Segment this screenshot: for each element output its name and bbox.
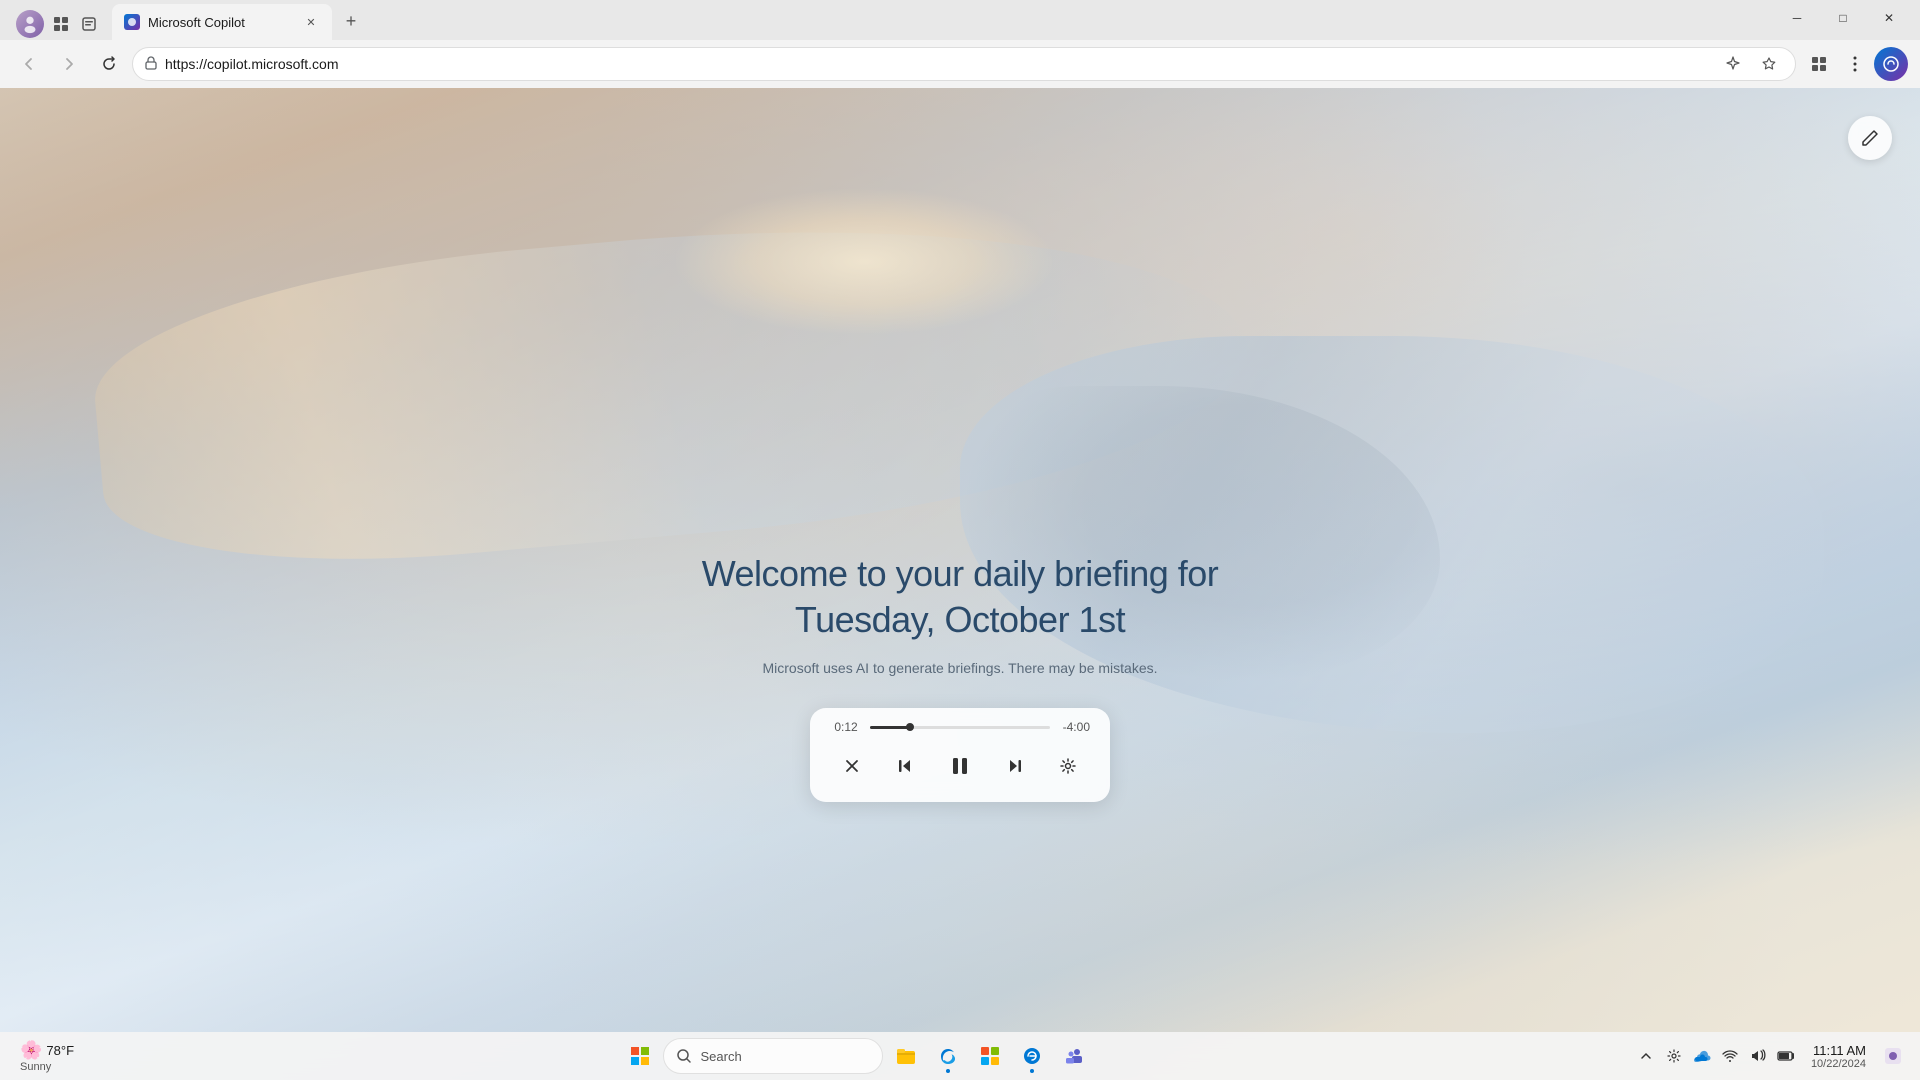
tab-favicon	[124, 14, 140, 30]
window-controls: ─ □ ✕	[1774, 0, 1912, 36]
center-content: Welcome to your daily briefing forTuesda…	[610, 551, 1310, 803]
weather-row: 🌸 78°F	[20, 1040, 74, 1061]
taskbar-search[interactable]: Search	[663, 1038, 883, 1074]
toolbar-actions	[1802, 47, 1908, 81]
enhance-icon[interactable]	[1719, 50, 1747, 78]
store-button[interactable]	[971, 1037, 1009, 1075]
edge-button[interactable]	[929, 1037, 967, 1075]
browser-chrome: Microsoft Copilot ✕ + ─ □ ✕ https://copi…	[0, 0, 1920, 88]
tab-inactive-zone	[8, 8, 108, 40]
tab-close-button[interactable]: ✕	[302, 13, 320, 31]
edge-active-button[interactable]	[1013, 1037, 1051, 1075]
tab-title: Microsoft Copilot	[148, 15, 294, 30]
taskbar: 🌸 78°F Sunny Search	[0, 1032, 1920, 1080]
active-tab[interactable]: Microsoft Copilot ✕	[112, 4, 332, 40]
edit-button[interactable]	[1848, 116, 1892, 160]
weather-condition: Sunny	[20, 1061, 51, 1073]
progress-track[interactable]	[870, 726, 1050, 729]
system-tray	[1633, 1043, 1799, 1069]
tab-switcher-icon[interactable]	[78, 13, 100, 35]
progress-dot	[906, 723, 914, 731]
ai-disclaimer: Microsoft uses AI to generate briefings.…	[610, 660, 1310, 676]
player-close-button[interactable]	[834, 748, 870, 784]
total-time: -4:00	[1058, 720, 1090, 734]
weather-temp: 78°F	[46, 1043, 74, 1058]
taskbar-center: Search	[82, 1037, 1633, 1075]
player-next-button[interactable]	[997, 748, 1033, 784]
lock-icon	[145, 56, 157, 73]
player-settings-button[interactable]	[1050, 748, 1086, 784]
url-text: https://copilot.microsoft.com	[165, 56, 1711, 72]
close-button[interactable]: ✕	[1866, 0, 1912, 36]
player-progress-row: 0:12 -4:00	[830, 720, 1090, 734]
tray-overflow-button[interactable]	[1633, 1043, 1659, 1069]
profile-avatar[interactable]	[16, 10, 44, 38]
extensions-button[interactable]	[1802, 47, 1836, 81]
minimize-button[interactable]: ─	[1774, 0, 1820, 36]
file-explorer-button[interactable]	[887, 1037, 925, 1075]
clock-date: 10/22/2024	[1811, 1058, 1866, 1070]
onedrive-icon[interactable]	[1689, 1043, 1715, 1069]
favorite-icon[interactable]	[1755, 50, 1783, 78]
main-content: Welcome to your daily briefing forTuesda…	[0, 88, 1920, 1080]
maximize-button[interactable]: □	[1820, 0, 1866, 36]
copilot-browser-button[interactable]	[1874, 47, 1908, 81]
wifi-icon[interactable]	[1717, 1043, 1743, 1069]
weather-widget[interactable]: 🌸 78°F Sunny	[12, 1040, 82, 1073]
taskbar-right: 11:11 AM 10/22/2024	[1633, 1041, 1908, 1071]
back-button[interactable]	[12, 47, 46, 81]
battery-icon[interactable]	[1773, 1043, 1799, 1069]
progress-fill	[870, 726, 910, 729]
teams-button[interactable]	[1055, 1037, 1093, 1075]
notification-center-button[interactable]	[1878, 1041, 1908, 1071]
player-previous-button[interactable]	[887, 748, 923, 784]
tab-grid-icon[interactable]	[50, 13, 72, 35]
start-button[interactable]	[621, 1037, 659, 1075]
address-bar[interactable]: https://copilot.microsoft.com	[132, 47, 1796, 81]
browser-toolbar: https://copilot.microsoft.com	[0, 40, 1920, 88]
forward-button[interactable]	[52, 47, 86, 81]
player-controls	[830, 746, 1090, 786]
refresh-button[interactable]	[92, 47, 126, 81]
current-time: 0:12	[830, 720, 862, 734]
search-placeholder: Search	[700, 1049, 741, 1064]
clock-widget[interactable]: 11:11 AM 10/22/2024	[1803, 1043, 1874, 1070]
more-button[interactable]	[1838, 47, 1872, 81]
player-pause-button[interactable]	[940, 746, 980, 786]
volume-icon[interactable]	[1745, 1043, 1771, 1069]
tab-bar: Microsoft Copilot ✕ + ─ □ ✕	[0, 0, 1920, 40]
media-player: 0:12 -4:00	[810, 708, 1110, 802]
clock-time: 11:11 AM	[1813, 1043, 1866, 1058]
tray-settings-icon[interactable]	[1661, 1043, 1687, 1069]
welcome-title: Welcome to your daily briefing forTuesda…	[610, 551, 1310, 645]
new-tab-button[interactable]: +	[336, 6, 366, 36]
bg-highlight	[672, 187, 1056, 336]
